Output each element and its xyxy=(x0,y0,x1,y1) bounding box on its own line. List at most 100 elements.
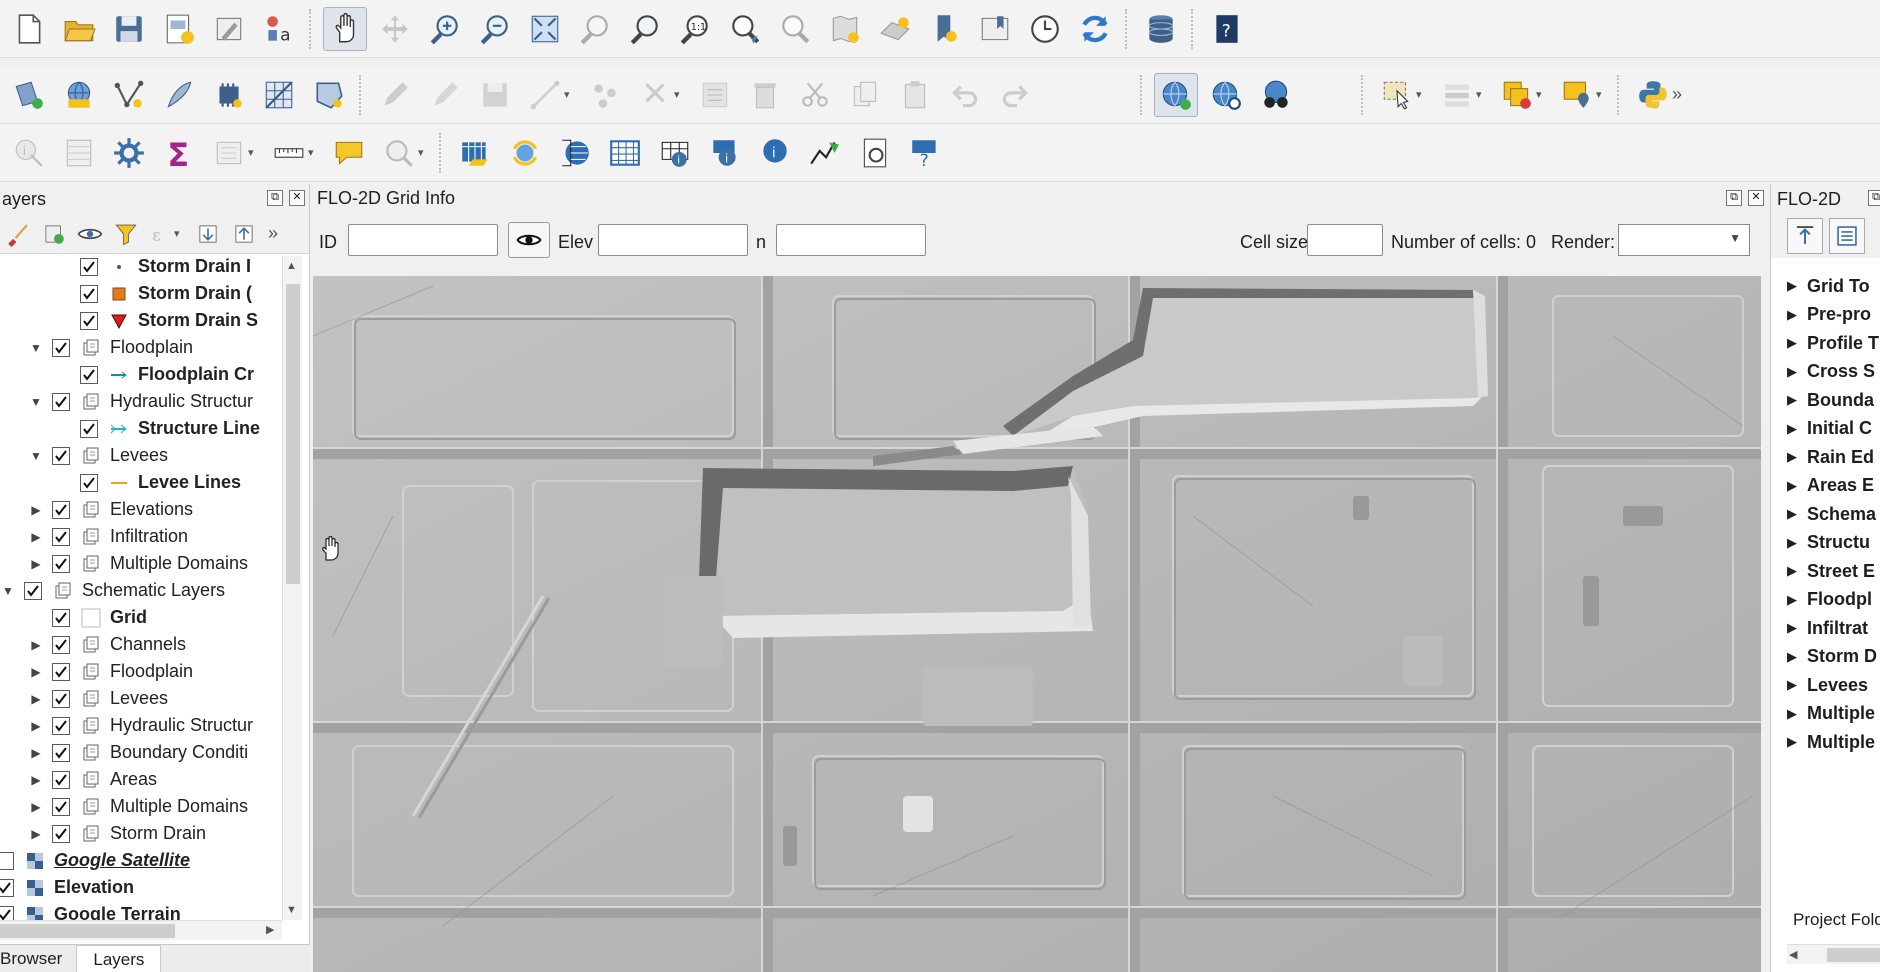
freehand-button[interactable] xyxy=(157,73,201,117)
redo-button[interactable] xyxy=(993,73,1037,117)
layer-visibility-checkbox[interactable] xyxy=(52,689,70,708)
add-wms-search-button[interactable] xyxy=(1154,72,1198,117)
flo2d-editor-item[interactable]: ▶ Levees xyxy=(1787,671,1880,700)
scrollbar-thumb[interactable] xyxy=(286,284,300,584)
layer-visibility-checkbox[interactable] xyxy=(52,662,70,681)
flo2d-editor-item[interactable]: ▶ Floodpl xyxy=(1787,586,1880,615)
add-vector-layer-button[interactable] xyxy=(7,73,51,117)
attribute-table-button[interactable] xyxy=(693,73,737,117)
expand-arrow-icon[interactable]: ▶ xyxy=(28,691,44,707)
layer-tree-row[interactable]: ▼ Levees xyxy=(28,442,168,469)
database-button[interactable] xyxy=(1139,7,1183,51)
collapse-all-button[interactable] xyxy=(226,216,262,252)
cut-features-button[interactable] xyxy=(793,73,837,117)
new-map-view-button[interactable] xyxy=(823,7,867,51)
zoom-out-button[interactable] xyxy=(473,7,517,51)
annotation-dropdown[interactable]: ▾ xyxy=(418,146,430,159)
modify-attributes-button[interactable] xyxy=(633,73,677,117)
layer-visibility-checkbox[interactable] xyxy=(52,824,70,843)
flo2d-hscrollbar-thumb[interactable] xyxy=(1827,948,1880,962)
cell-size-input[interactable] xyxy=(1307,224,1383,256)
layer-visibility-checkbox[interactable] xyxy=(52,716,70,735)
polygon-tool-button[interactable] xyxy=(307,73,351,117)
layer-visibility-checkbox[interactable] xyxy=(52,554,70,573)
options-button[interactable] xyxy=(107,131,151,175)
expand-arrow-icon[interactable]: ▶ xyxy=(28,502,44,518)
expand-arrow-icon[interactable]: ▶ xyxy=(28,664,44,680)
new-bookmark-button[interactable] xyxy=(923,7,967,51)
layer-tree-row[interactable]: ▶ Storm Drain xyxy=(28,820,206,847)
layer-tree-row[interactable]: ▼ Schematic Layers xyxy=(0,577,225,604)
layer-tree-scrollbar[interactable]: ▲ ▼ xyxy=(282,256,302,920)
layer-visibility-checkbox[interactable] xyxy=(0,851,14,870)
layer-tree-row[interactable]: Grid xyxy=(28,604,147,631)
expand-arrow-icon[interactable]: ▶ xyxy=(28,745,44,761)
flo2d-editor-item[interactable]: ▶ Initial C xyxy=(1787,415,1880,444)
collapse-arrow-icon[interactable]: ▼ xyxy=(28,448,44,464)
flo2d-editor-item[interactable]: ▶ Multiple xyxy=(1787,728,1880,757)
layer-visibility-checkbox[interactable] xyxy=(80,284,98,303)
grid-tool-button[interactable] xyxy=(257,73,301,117)
delete-selected-button[interactable] xyxy=(743,73,787,117)
zoom-in-button[interactable] xyxy=(423,7,467,51)
collapse-arrow-icon[interactable]: ▼ xyxy=(0,583,16,599)
flo2d-editor-item[interactable]: ▶ Storm D xyxy=(1787,643,1880,672)
flo2d-hscrollbar[interactable]: ◀ xyxy=(1787,944,1880,964)
label-button[interactable]: a xyxy=(257,7,301,51)
flo2d-editor-item[interactable]: ▶ Cross S xyxy=(1787,358,1880,387)
text-annotation-button[interactable] xyxy=(377,131,421,175)
layer-tree-row[interactable]: ▶ Elevations xyxy=(28,496,193,523)
flo2d-collapse-button[interactable] xyxy=(1787,218,1823,254)
pan-to-selection-button[interactable] xyxy=(373,7,417,51)
collapse-arrow-icon[interactable]: ▼ xyxy=(28,340,44,356)
select-all-button[interactable] xyxy=(1435,73,1479,117)
flo2d-report-button[interactable] xyxy=(853,131,897,175)
layer-tree-row[interactable]: ▼ Floodplain xyxy=(28,334,193,361)
layer-visibility-checkbox[interactable] xyxy=(80,257,98,276)
refresh-button[interactable] xyxy=(1073,7,1117,51)
expression-dropdown[interactable]: ▾ xyxy=(174,227,186,240)
n-input[interactable] xyxy=(776,224,926,256)
zoom-to-selection-button[interactable] xyxy=(573,7,617,51)
field-calculator-dropdown[interactable]: ▾ xyxy=(248,146,260,159)
flo2d-sync-button[interactable] xyxy=(503,131,547,175)
open-project-button[interactable] xyxy=(57,7,101,51)
expand-arrow-icon[interactable]: ▶ xyxy=(28,799,44,815)
select-location-button[interactable] xyxy=(1555,73,1599,117)
flo2d-info-grid-button[interactable]: i xyxy=(653,131,697,175)
statistics-button[interactable]: Σ xyxy=(157,131,201,175)
layer-tree-row[interactable]: ▼ Hydraulic Structur xyxy=(28,388,253,415)
layer-tree-row[interactable]: ▶ Levees xyxy=(28,685,168,712)
elev-input[interactable] xyxy=(598,224,748,256)
python-console-button[interactable] xyxy=(1631,73,1675,117)
style-manager-button[interactable] xyxy=(207,7,251,51)
layer-visibility-checkbox[interactable] xyxy=(80,365,98,384)
select-location-dropdown[interactable]: ▾ xyxy=(1596,88,1608,101)
zoom-next-button[interactable] xyxy=(773,7,817,51)
flo2d-editor-item[interactable]: ▶ Grid To xyxy=(1787,272,1880,301)
layer-visibility-checkbox[interactable] xyxy=(80,311,98,330)
edit-button[interactable] xyxy=(423,73,467,117)
measure-dropdown[interactable]: ▾ xyxy=(308,146,320,159)
layer-visibility-checkbox[interactable] xyxy=(52,797,70,816)
toolbar-overflow[interactable]: » xyxy=(1672,84,1684,105)
filter-legend-button[interactable] xyxy=(108,216,144,252)
expand-all-button[interactable] xyxy=(190,216,226,252)
flo2d-editor-item[interactable]: ▶ Pre-pro xyxy=(1787,301,1880,330)
deselect-dropdown[interactable]: ▾ xyxy=(1536,88,1548,101)
hscrollbar-thumb[interactable] xyxy=(0,924,175,938)
flo2d-editor-item[interactable]: ▶ Profile T xyxy=(1787,329,1880,358)
new-3d-view-button[interactable] xyxy=(873,7,917,51)
float-flo2d-panel-button[interactable]: ⧉ xyxy=(1868,190,1880,206)
digitize-line-dropdown[interactable]: ▾ xyxy=(564,88,576,101)
save-edits-button[interactable] xyxy=(473,73,517,117)
layer-tree-row[interactable]: Floodplain Cr xyxy=(56,361,254,388)
new-print-layout-button[interactable] xyxy=(157,7,201,51)
deselect-button[interactable] xyxy=(1495,73,1539,117)
layer-tree-row[interactable]: Storm Drain I xyxy=(56,256,251,280)
layer-visibility-checkbox[interactable] xyxy=(52,743,70,762)
flo2d-help-button[interactable]: ? xyxy=(903,131,947,175)
eye-button[interactable] xyxy=(508,222,550,258)
paste-features-button[interactable] xyxy=(893,73,937,117)
copy-features-button[interactable] xyxy=(843,73,887,117)
